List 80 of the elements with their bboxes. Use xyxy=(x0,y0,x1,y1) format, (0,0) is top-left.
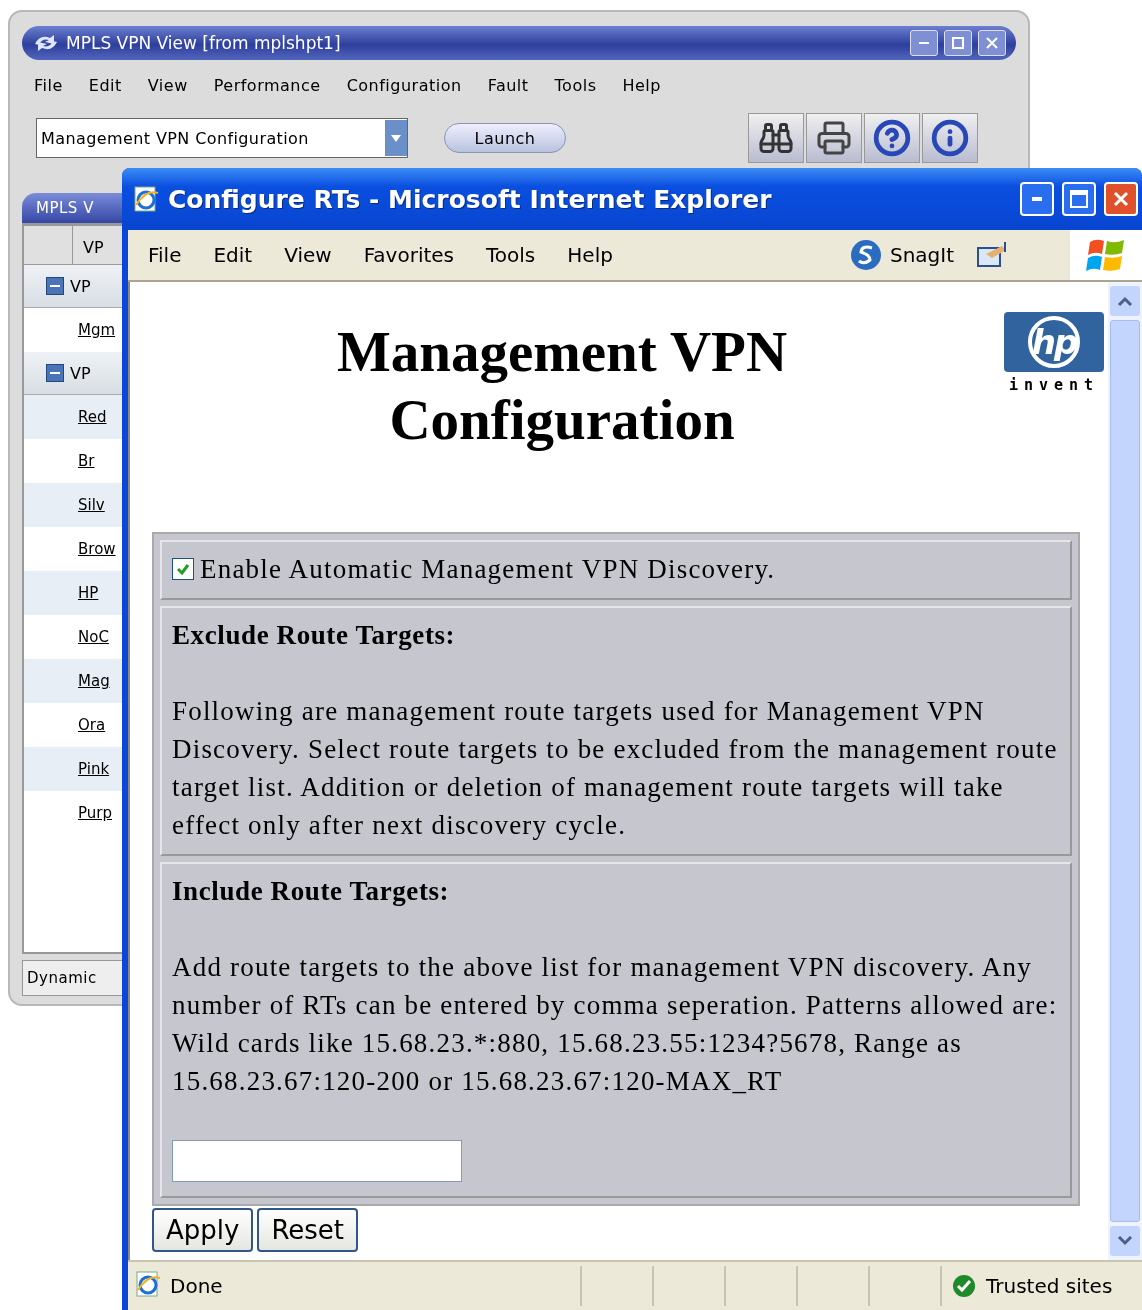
menu-item[interactable]: Help xyxy=(567,243,613,267)
vpn-link[interactable]: HP xyxy=(78,584,99,602)
maximize-icon xyxy=(952,37,964,49)
snagit-button[interactable]: SnagIt xyxy=(849,239,954,271)
maximize-icon xyxy=(1070,190,1088,208)
collapse-icon[interactable] xyxy=(46,364,64,382)
discovery-checkbox[interactable] xyxy=(172,558,194,580)
vpn-link[interactable]: Br xyxy=(78,452,95,470)
minimize-icon xyxy=(1032,197,1042,201)
menu-item[interactable]: Favorites xyxy=(363,243,454,267)
menu-item[interactable]: Performance xyxy=(213,76,321,95)
view-dropdown[interactable]: Management VPN Configuration xyxy=(36,118,408,158)
apply-button[interactable]: Apply xyxy=(152,1208,254,1252)
dropdown-arrow-icon xyxy=(391,134,401,142)
check-icon xyxy=(176,562,190,576)
browser-page-icon xyxy=(132,185,160,213)
group-label: VP xyxy=(70,363,91,383)
vpn-link[interactable]: NoC xyxy=(78,628,109,646)
panel-tab[interactable]: MPLS V xyxy=(22,193,122,223)
status-text: Dynamic xyxy=(26,969,97,987)
close-icon xyxy=(1113,191,1129,207)
vpn-link[interactable]: Silv xyxy=(78,496,105,514)
section-description: Add route targets to the above list for management VPN discovery. Any number of RTs can be entered by comma seperation. Patterns allowed are: Wild cards like 15.68.23.*:880, 15.68.23.55:1234?5678, Range as 15.68.23.67:120-200 or 15.68.23.67:120-MAX_RT xyxy=(172,951,1059,1098)
minimize-button[interactable] xyxy=(910,30,938,56)
menu-item[interactable]: Tools xyxy=(554,76,597,95)
menu-item[interactable]: Configuration xyxy=(346,76,462,95)
maximize-button[interactable] xyxy=(944,30,972,56)
menu-item[interactable]: Tools xyxy=(486,243,536,267)
printer-icon xyxy=(816,120,852,156)
section-description: Following are management route targets used for Management VPN Discovery. Select route targets to be excluded from the management route target list. Addition or deletion of management route targets will take effect only after next discovery cycle. xyxy=(172,695,1059,842)
snagit-icon xyxy=(849,239,882,271)
section-title: Include Route Targets: xyxy=(172,875,451,908)
hp-logo: hp xyxy=(1004,312,1104,372)
app-logo-icon xyxy=(32,32,60,54)
window-title: MPLS VPN View [from mplshpt1] xyxy=(66,33,342,53)
section-title: Exclude Route Targets: xyxy=(172,619,457,652)
vpn-link[interactable]: Mag xyxy=(78,672,110,690)
scrollbar[interactable] xyxy=(1108,282,1142,1260)
menu-item[interactable]: View xyxy=(147,76,188,95)
vpn-link[interactable]: Pink xyxy=(78,760,110,778)
reset-button[interactable]: Reset xyxy=(257,1208,359,1252)
find-button[interactable] xyxy=(748,113,804,163)
collapse-icon[interactable] xyxy=(46,277,64,295)
scroll-up-icon[interactable] xyxy=(1117,296,1133,306)
logo-tagline: invent xyxy=(1008,376,1100,394)
security-zone: Trusted sites xyxy=(940,1266,1113,1306)
help-button[interactable] xyxy=(864,113,920,163)
vpn-link[interactable]: Ora xyxy=(78,716,106,734)
vpn-link[interactable]: Brow xyxy=(78,540,116,558)
route-target-field[interactable] xyxy=(172,1140,462,1182)
group-row[interactable]: VP xyxy=(24,352,122,395)
vpn-link[interactable]: Mgm xyxy=(78,321,116,339)
vpn-link[interactable]: Purp xyxy=(78,804,112,822)
page-heading: Management VPN Configuration xyxy=(335,319,789,453)
menu-item[interactable]: Edit xyxy=(213,243,253,267)
scroll-down-icon[interactable] xyxy=(1117,1236,1133,1246)
close-button[interactable] xyxy=(978,30,1006,56)
group-row[interactable]: VP xyxy=(24,265,122,308)
launch-button[interactable]: Launch xyxy=(444,123,566,153)
help-icon xyxy=(873,119,911,157)
close-icon xyxy=(986,37,998,49)
menu-item[interactable]: View xyxy=(284,243,332,267)
binoculars-icon xyxy=(758,120,794,156)
menu-item[interactable]: Fault xyxy=(487,76,529,95)
menu-item[interactable]: Edit xyxy=(88,76,122,95)
window-title: Configure RTs - Microsoft Internet Explorer xyxy=(168,184,773,214)
column-header: VP xyxy=(24,226,122,265)
check-circle-icon xyxy=(952,1274,976,1298)
vpn-link[interactable]: Red xyxy=(78,408,107,426)
status-text: Done xyxy=(170,1274,224,1298)
page-icon xyxy=(134,1270,162,1298)
menu-item[interactable]: File xyxy=(34,76,63,95)
group-label: VP xyxy=(70,276,91,296)
info-button[interactable] xyxy=(922,113,978,163)
menu-item[interactable]: File xyxy=(148,243,182,267)
minimize-icon xyxy=(919,42,929,44)
info-icon xyxy=(931,119,969,157)
menu-item[interactable]: Help xyxy=(622,76,661,95)
checkbox-label: Enable Automatic Management VPN Discovery. xyxy=(200,553,776,586)
print-button[interactable] xyxy=(806,113,862,163)
